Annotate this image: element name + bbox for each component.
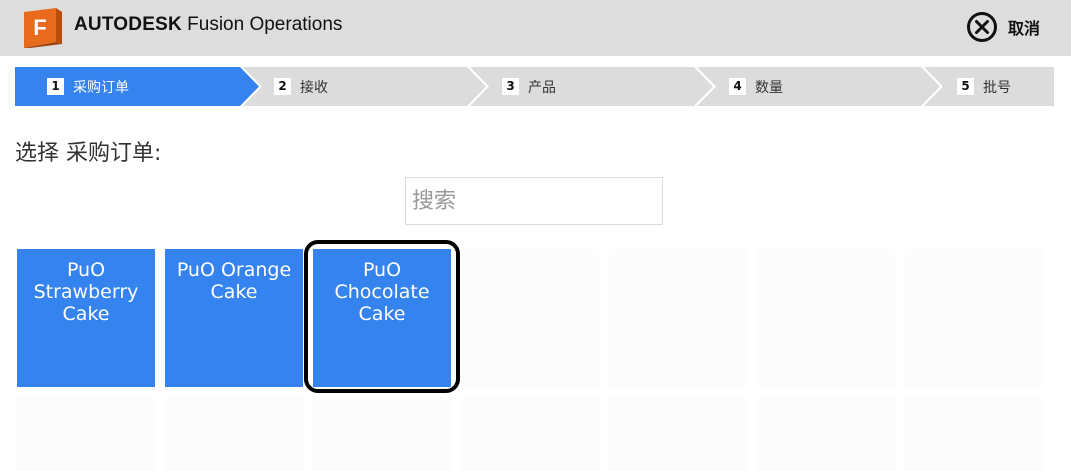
empty-tile	[609, 249, 747, 387]
cancel-button[interactable]: 取消	[966, 10, 1040, 44]
search-input[interactable]	[405, 177, 663, 225]
empty-tile	[757, 249, 895, 387]
app-title: AUTODESK Fusion Operations	[74, 14, 342, 36]
empty-tile	[461, 249, 599, 387]
step-5[interactable]: 5 批号	[957, 67, 1011, 106]
empty-tile	[461, 397, 599, 471]
app-header: F AUTODESK Fusion Operations 取消	[0, 0, 1071, 56]
fusion-logo-icon: F	[24, 8, 62, 48]
wizard-steps: 1 采购订单 2 接收 3 产品 4 数量 5 批号	[15, 67, 1054, 106]
step-4-number: 4	[729, 78, 746, 95]
empty-tile	[905, 249, 1043, 387]
step-5-number: 5	[957, 78, 974, 95]
step-5-label: 批号	[983, 79, 1011, 96]
selection-outline	[304, 240, 460, 393]
order-tile-line: Cake	[210, 281, 258, 303]
step-1-number: 1	[47, 78, 64, 95]
empty-tile	[165, 397, 303, 471]
order-tile-line: Cake	[62, 303, 110, 325]
close-circle-icon	[967, 12, 997, 42]
order-tile-line: PuO Orange	[176, 259, 292, 281]
cancel-label: 取消	[1008, 19, 1041, 38]
order-tile[interactable]: PuO Orange Cake	[165, 249, 303, 387]
step-2-number: 2	[274, 78, 291, 95]
empty-tile	[609, 397, 747, 471]
step-1-label: 采购订单	[73, 79, 129, 96]
logo-letter: F	[33, 15, 46, 40]
step-3-label: 产品	[528, 79, 556, 96]
brand-name: AUTODESK	[74, 14, 182, 35]
product-name: Fusion Operations	[187, 14, 343, 35]
page-prompt: 选择 采购订单:	[15, 141, 162, 166]
empty-tile	[17, 397, 155, 471]
empty-tile	[905, 397, 1043, 471]
empty-tile	[313, 397, 451, 471]
step-3[interactable]: 3 产品	[502, 67, 556, 106]
order-tile[interactable]: PuO Strawberry Cake	[17, 249, 155, 387]
step-2-label: 接收	[300, 79, 328, 96]
empty-tile	[757, 397, 895, 471]
order-tile-line: PuO	[66, 259, 106, 281]
step-4[interactable]: 4 数量	[729, 67, 783, 106]
step-3-number: 3	[502, 78, 519, 95]
step-2[interactable]: 2 接收	[274, 67, 328, 106]
step-1[interactable]: 1 采购订单	[47, 67, 129, 106]
step-4-label: 数量	[755, 79, 783, 96]
order-tile-line: Strawberry	[33, 281, 139, 303]
